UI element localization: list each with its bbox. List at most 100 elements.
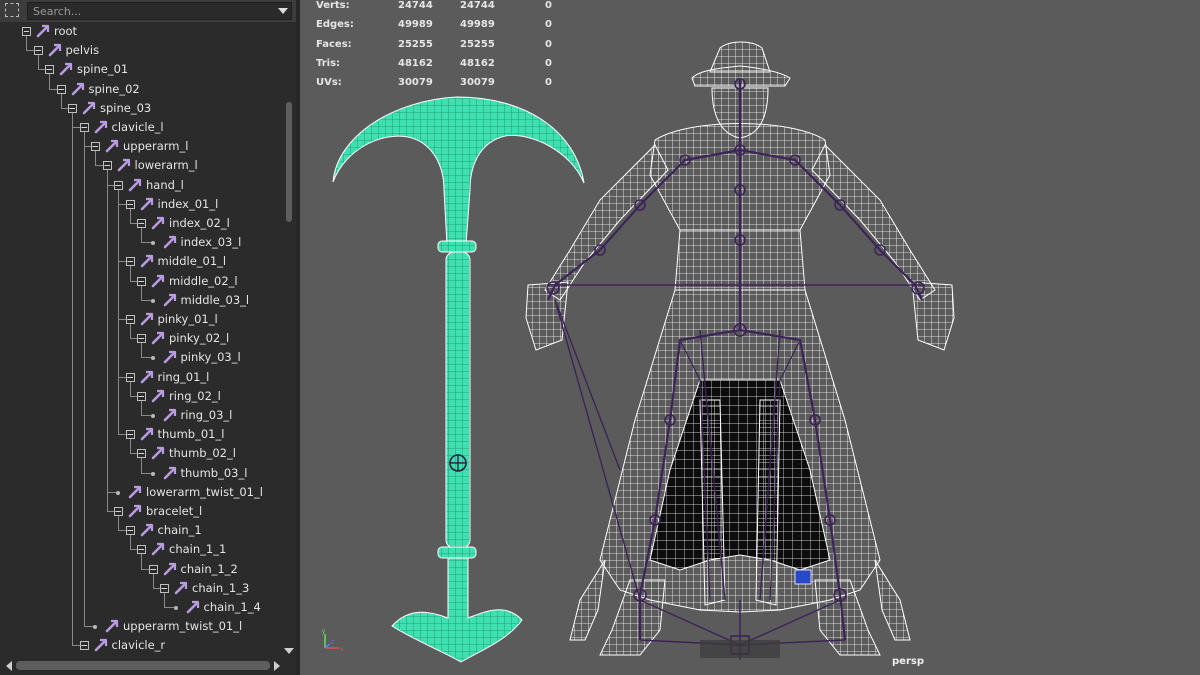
outliner-item[interactable]: middle_03_l [0,291,283,310]
outliner-item[interactable]: bracelet_l [0,502,283,521]
collapse-toggle-icon[interactable] [33,46,43,56]
outliner-item[interactable]: chain_1_3 [0,579,283,598]
outliner-item[interactable]: lowerarm_twist_01_l [0,483,283,502]
outliner-item[interactable]: chain_1_2 [0,560,283,579]
hud-stat-extra: 0 [545,77,552,89]
collapse-toggle-icon[interactable] [160,583,169,593]
leaf-dot-icon [116,490,120,495]
collapse-toggle-icon[interactable] [125,430,135,440]
scene-view[interactable] [300,0,1200,675]
outliner-item[interactable]: middle_01_l [0,252,283,271]
axis-x-label: x [340,647,343,653]
outliner-item[interactable]: chain_1_1 [0,540,283,559]
scroll-right-arrow-icon[interactable] [274,661,280,671]
outliner-item[interactable]: spine_02 [0,80,283,99]
collapse-toggle-icon[interactable] [125,315,135,324]
joint-icon [35,23,51,39]
viewport-persp[interactable]: Verts: 24744 24744 0 Edges: 49989 49989 0 Faces:… [300,0,1200,675]
outliner-item[interactable]: thumb_01_l [0,425,283,444]
outliner-item-label: lowerarm_twist_01_l [146,484,263,499]
outliner-item[interactable]: ring_03_l [0,406,283,425]
outliner-item-label: ring_02_l [169,388,221,403]
joint-icon [139,522,155,538]
collapse-toggle-icon[interactable] [125,526,135,536]
outliner-item-label: middle_01_l [157,254,227,269]
outliner-item[interactable]: upperarm_twist_01_l [0,617,283,636]
collapse-toggle-icon[interactable] [45,65,54,75]
collapse-toggle-icon[interactable] [148,564,158,574]
outliner-item[interactable]: root [0,22,283,41]
collapse-toggle-icon[interactable] [137,276,146,286]
outliner-item[interactable]: thumb_03_l [0,464,283,483]
outliner-item-label: spine_02 [88,81,140,96]
camera-name-label: persp [892,656,924,667]
vertical-scrollbar-thumb[interactable] [286,102,292,222]
outliner-item[interactable]: ring_01_l [0,368,283,387]
outliner-search-bar [0,0,296,22]
joint-icon [139,311,155,327]
outliner-item-label: pinky_03_l [180,350,241,365]
collapse-toggle-icon[interactable] [79,123,89,132]
outliner-item[interactable]: clavicle_r [0,636,283,655]
collapse-toggle-icon[interactable] [114,180,123,190]
collapse-toggle-icon[interactable] [125,372,135,382]
outliner-item[interactable]: pinky_02_l [0,329,283,348]
horizontal-scrollbar-thumb[interactable] [16,661,270,670]
outliner-item-label: chain_1_4 [203,600,261,614]
collapse-toggle-icon[interactable] [91,142,100,152]
outliner-item[interactable]: spine_03 [0,99,283,118]
outliner-item-label: middle_03_l [180,292,250,307]
anchor-weapon-mesh[interactable] [332,96,585,663]
outliner-item[interactable]: middle_02_l [0,272,283,291]
collapse-toggle-icon[interactable] [125,257,135,267]
outliner-item-label: ring_03_l [180,408,233,422]
collapse-toggle-icon[interactable] [137,391,146,401]
hud-stat-selected: 49989 [460,19,495,31]
outliner-item-label: spine_01 [77,62,129,77]
collapse-toggle-icon[interactable] [125,199,135,209]
collapse-toggle-icon[interactable] [137,545,146,555]
outliner-item[interactable]: chain_1 [0,521,283,540]
search-input[interactable] [27,2,292,20]
outliner-item-label: pelvis [65,43,100,58]
outliner-item[interactable]: pinky_01_l [0,310,283,329]
collapse-toggle-icon[interactable] [137,219,146,228]
horizontal-scrollbar[interactable] [0,656,296,675]
outliner-item[interactable]: spine_01 [0,60,283,79]
joint-icon [93,119,109,135]
outliner-item[interactable]: ring_02_l [0,387,283,406]
joint-icon [93,637,109,653]
outliner-item[interactable]: thumb_02_l [0,444,283,463]
outliner-item[interactable]: pinky_03_l [0,348,283,367]
collapse-toggle-icon[interactable] [22,27,31,36]
collapse-toggle-icon[interactable] [137,449,146,459]
joint-icon [162,292,178,308]
joint-icon [162,349,178,365]
scroll-down-arrow-icon[interactable] [284,648,294,654]
collapse-toggle-icon[interactable] [137,334,146,344]
outliner-item[interactable]: pelvis [0,41,283,60]
outliner-item[interactable]: clavicle_l [0,118,283,137]
outliner-item[interactable]: index_03_l [0,233,283,252]
joint-icon [81,100,97,116]
collapse-toggle-icon[interactable] [102,161,112,171]
hud-stat-value: 30079 [398,77,433,89]
outliner-item[interactable]: hand_l [0,176,283,195]
search-dropdown-icon[interactable] [278,8,288,14]
outliner-item[interactable]: upperarm_l [0,137,283,156]
outliner-item[interactable]: chain_1_4 [0,598,283,617]
outliner-item[interactable]: lowerarm_l [0,156,283,175]
collapse-toggle-icon[interactable] [68,103,77,113]
hud-stat-row: UVs: 30079 30079 0 [316,77,576,96]
scroll-left-arrow-icon[interactable] [6,661,12,671]
selection-square-icon[interactable] [5,3,19,17]
outliner-item[interactable]: index_02_l [0,214,283,233]
collapse-toggle-icon[interactable] [114,507,123,516]
axis-y-label: y [322,629,325,635]
outliner-item-label: upperarm_l [123,139,189,154]
collapse-toggle-icon[interactable] [79,641,89,651]
outliner-item[interactable]: index_01_l [0,195,283,214]
outliner-item-label: chain_1_2 [180,561,238,576]
collapse-toggle-icon[interactable] [56,84,66,94]
joint-icon [104,138,120,154]
